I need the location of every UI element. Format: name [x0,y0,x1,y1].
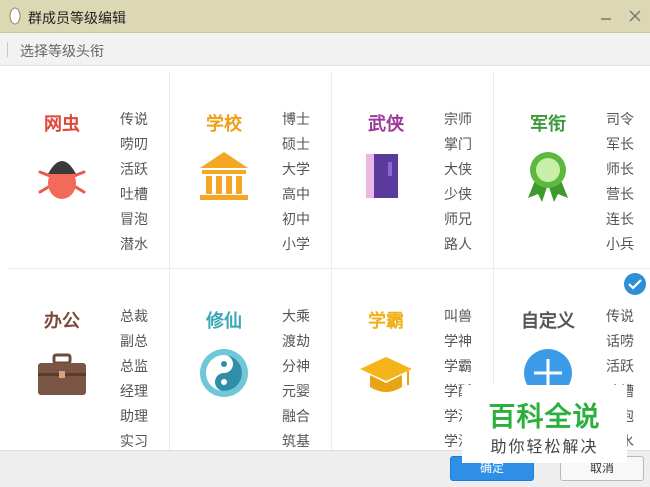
rank-item: 大侠 [444,162,472,178]
rank-item: 唠叨 [120,137,148,153]
rank-item: 传说 [606,309,634,325]
category-card-junxian[interactable]: 军衔 司令 军长 师长 营长 连长 小兵 [494,72,650,269]
rank-list: 司令 军长 师长 营长 连长 小兵 [606,108,650,258]
rank-item: 初中 [282,212,310,228]
rank-item: 融合 [282,409,310,425]
rank-item: 师兄 [444,212,472,228]
rank-item: 潜水 [120,237,148,253]
rank-item: 学神 [444,334,472,350]
category-title: 自定义 [521,311,575,332]
rank-item: 博士 [282,112,310,128]
check-circle-icon [624,273,646,295]
rank-item: 师长 [606,162,634,178]
category-title: 办公 [44,311,80,332]
rank-item: 小兵 [606,237,634,253]
rank-item: 助理 [120,409,148,425]
rank-item: 总监 [120,359,148,375]
window-title: 群成员等级编辑 [28,11,126,27]
category-title: 网虫 [44,114,80,135]
category-card-wangchong[interactable]: 网虫 传说 唠叨 活跃 吐槽 冒泡 潜水 [8,72,170,269]
rank-list: 传说 唠叨 活跃 吐槽 冒泡 潜水 [120,108,164,258]
rank-item: 宗师 [444,112,472,128]
minimize-icon[interactable] [598,8,614,24]
category-title: 学霸 [368,311,404,332]
rank-item: 话唠 [606,334,634,350]
category-title: 学校 [206,114,242,135]
rank-item: 总裁 [120,309,148,325]
rank-item: 大学 [282,162,310,178]
category-title: 武侠 [368,114,404,135]
rank-item: 叫兽 [444,309,472,325]
rank-item: 元婴 [282,384,310,400]
category-card-xiuxian[interactable]: 修仙 大乘 渡劫 分神 元婴 融合 筑基 [170,269,332,450]
graduation-cap-icon [360,357,412,392]
watermark: 百科全说 助你轻松解决 [462,385,627,463]
rank-item: 副总 [120,334,148,350]
rank-list: 博士 硕士 大学 高中 初中 小学 [282,108,326,258]
rank-item: 吐槽 [120,187,148,203]
category-card-xuexiao[interactable]: 学校 博士 硕士 大学 高中 初中 小学 [170,72,332,269]
rank-item: 大乘 [282,309,310,325]
martial-arts-book-icon [366,154,398,198]
rank-item: 掌门 [444,137,472,153]
rank-item: 营长 [606,187,634,203]
rank-item: 实习 [120,434,148,450]
yin-yang-icon [200,349,248,397]
rank-item: 军长 [606,137,634,153]
rank-item: 渡劫 [282,334,310,350]
title-bar: 群成员等级编辑 [0,0,650,33]
watermark-subtitle: 助你轻松解决 [490,437,599,456]
section-header: 选择等级头衔 [0,33,650,66]
rank-item: 学霸 [444,359,472,375]
rank-item: 司令 [606,112,634,128]
rank-list: 大乘 渡劫 分神 元婴 融合 筑基 [282,305,326,450]
rank-item: 筑基 [282,434,310,450]
briefcase-icon [38,353,86,395]
rank-item: 经理 [120,384,148,400]
school-building-icon [200,152,248,200]
qq-penguin-icon [9,7,21,25]
category-title: 军衔 [530,114,566,135]
rank-item: 连长 [606,212,634,228]
rank-list: 总裁 副总 总监 经理 助理 实习 [120,305,164,450]
category-title: 修仙 [206,311,242,332]
watermark-title: 百科全说 [488,402,601,433]
rank-item: 活跃 [606,359,634,375]
category-card-bangong[interactable]: 办公 总裁 副总 总监 经理 助理 实习 [8,269,170,450]
rank-item: 活跃 [120,162,148,178]
rank-item: 小学 [282,237,310,253]
rank-item: 传说 [120,112,148,128]
category-card-wuxia[interactable]: 武侠 宗师 掌门 大侠 少侠 师兄 路人 [332,72,494,269]
section-label: 选择等级头衔 [20,44,104,60]
rank-item: 少侠 [444,187,472,203]
rank-item: 路人 [444,237,472,253]
rank-item: 高中 [282,187,310,203]
medal-icon [528,152,568,202]
rank-item: 冒泡 [120,212,148,228]
rank-item: 硕士 [282,137,310,153]
rank-list: 宗师 掌门 大侠 少侠 师兄 路人 [444,108,488,258]
close-icon[interactable] [627,8,643,24]
section-divider [7,42,8,57]
rank-item: 分神 [282,359,310,375]
bug-icon [38,161,86,199]
